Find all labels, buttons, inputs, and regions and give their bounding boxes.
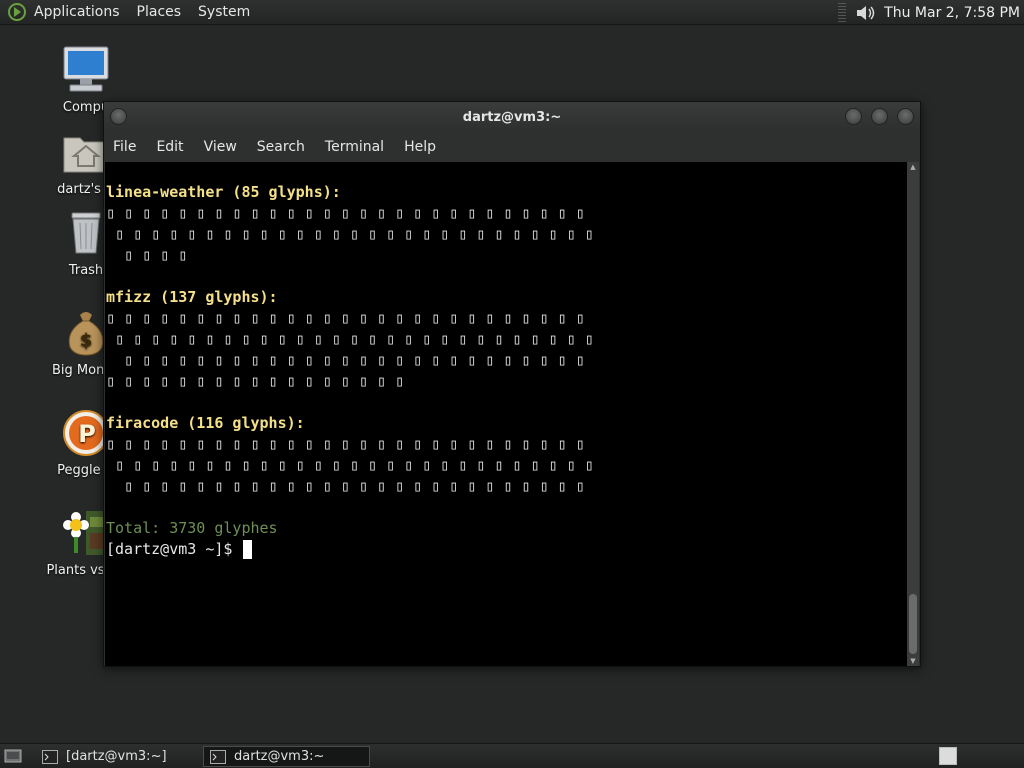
- volume-icon[interactable]: [854, 3, 878, 23]
- terminal-output[interactable]: linea-weather (85 glyphs): ▯ ▯ ▯ ▯ ▯ ▯ ▯…: [105, 162, 909, 666]
- glyph-row: ▯ ▯ ▯ ▯ ▯ ▯ ▯ ▯ ▯ ▯ ▯ ▯ ▯ ▯ ▯ ▯ ▯ ▯ ▯ ▯ …: [106, 351, 585, 369]
- menu-search[interactable]: Search: [257, 139, 305, 155]
- glyph-row: ▯ ▯ ▯ ▯ ▯ ▯ ▯ ▯ ▯ ▯ ▯ ▯ ▯ ▯ ▯ ▯ ▯ ▯ ▯ ▯ …: [106, 477, 585, 495]
- panel-handle: [838, 2, 847, 23]
- top-panel: Applications Places System Thu Mar 2, 7:…: [0, 0, 1024, 25]
- taskbar-item-terminal-2[interactable]: dartz@vm3:~: [203, 746, 370, 767]
- system-menu[interactable]: System: [198, 4, 250, 20]
- terminal-titlebar[interactable]: dartz@vm3:~: [104, 102, 920, 132]
- menu-help[interactable]: Help: [404, 139, 436, 155]
- clock[interactable]: Thu Mar 2, 7:58 PM: [884, 5, 1020, 21]
- taskbar-item-label: dartz@vm3:~: [234, 749, 325, 764]
- menu-edit[interactable]: Edit: [156, 139, 183, 155]
- glyph-row: ▯ ▯ ▯ ▯: [106, 246, 188, 264]
- desktop-icon-label: Trash: [68, 263, 104, 278]
- glyph-block: ▯ ▯ ▯ ▯ ▯ ▯ ▯ ▯ ▯ ▯ ▯ ▯ ▯ ▯ ▯ ▯ ▯ ▯ ▯ ▯ …: [106, 308, 909, 392]
- svg-text:$: $: [80, 330, 93, 351]
- section-title-mfizz: mfizz (137 glyphs):: [106, 288, 278, 306]
- section-title-firacode: firacode (116 glyphs):: [106, 414, 305, 432]
- glyph-row: ▯ ▯ ▯ ▯ ▯ ▯ ▯ ▯ ▯ ▯ ▯ ▯ ▯ ▯ ▯ ▯ ▯ ▯ ▯ ▯ …: [106, 435, 585, 453]
- bottom-panel: [dartz@vm3:~] dartz@vm3:~: [0, 743, 1024, 768]
- terminal-scrollbar[interactable]: ▲ ▼: [907, 162, 919, 666]
- glyph-row: ▯ ▯ ▯ ▯ ▯ ▯ ▯ ▯ ▯ ▯ ▯ ▯ ▯ ▯ ▯ ▯ ▯ ▯ ▯ ▯ …: [106, 330, 594, 348]
- menu-file[interactable]: File: [113, 139, 136, 155]
- terminal-icon: [210, 749, 226, 764]
- svg-text:P: P: [78, 420, 96, 448]
- terminal-icon: [42, 749, 58, 764]
- scroll-down-arrow-icon[interactable]: ▼: [907, 656, 919, 666]
- window-title: dartz@vm3:~: [462, 109, 562, 125]
- glyph-row: ▯ ▯ ▯ ▯ ▯ ▯ ▯ ▯ ▯ ▯ ▯ ▯ ▯ ▯ ▯ ▯ ▯ ▯ ▯ ▯ …: [106, 309, 585, 327]
- text-cursor: [243, 540, 253, 559]
- glyph-block: ▯ ▯ ▯ ▯ ▯ ▯ ▯ ▯ ▯ ▯ ▯ ▯ ▯ ▯ ▯ ▯ ▯ ▯ ▯ ▯ …: [106, 434, 909, 497]
- maximize-button[interactable]: [871, 108, 888, 125]
- prompt-text: [dartz@vm3 ~]$: [106, 540, 242, 558]
- terminal-window[interactable]: dartz@vm3:~ File Edit View Search Termin…: [103, 101, 921, 667]
- places-menu[interactable]: Places: [137, 4, 182, 20]
- menu-terminal[interactable]: Terminal: [325, 139, 384, 155]
- panel-tray: Thu Mar 2, 7:58 PM: [838, 0, 1024, 25]
- terminal-menubar: File Edit View Search Terminal Help: [104, 132, 920, 162]
- glyph-row: ▯ ▯ ▯ ▯ ▯ ▯ ▯ ▯ ▯ ▯ ▯ ▯ ▯ ▯ ▯ ▯ ▯ ▯ ▯ ▯ …: [106, 456, 594, 474]
- scroll-thumb[interactable]: [909, 594, 917, 654]
- close-button[interactable]: [897, 108, 914, 125]
- scroll-up-arrow-icon[interactable]: ▲: [907, 162, 919, 172]
- shell-prompt[interactable]: [dartz@vm3 ~]$: [106, 539, 909, 560]
- workspace-switcher[interactable]: [939, 747, 957, 765]
- glyph-row: ▯ ▯ ▯ ▯ ▯ ▯ ▯ ▯ ▯ ▯ ▯ ▯ ▯ ▯ ▯ ▯ ▯: [106, 372, 405, 390]
- computer-icon: [63, 46, 109, 92]
- menu-view[interactable]: View: [204, 139, 237, 155]
- minimize-button[interactable]: [845, 108, 862, 125]
- glyph-row: ▯ ▯ ▯ ▯ ▯ ▯ ▯ ▯ ▯ ▯ ▯ ▯ ▯ ▯ ▯ ▯ ▯ ▯ ▯ ▯ …: [106, 225, 594, 243]
- window-menu-button[interactable]: [110, 108, 127, 125]
- show-desktop-icon[interactable]: [4, 748, 22, 764]
- glyph-row: ▯ ▯ ▯ ▯ ▯ ▯ ▯ ▯ ▯ ▯ ▯ ▯ ▯ ▯ ▯ ▯ ▯ ▯ ▯ ▯ …: [106, 204, 585, 222]
- applications-menu[interactable]: Applications: [34, 4, 120, 20]
- taskbar-item-terminal-1[interactable]: [dartz@vm3:~]: [36, 746, 196, 767]
- taskbar-item-label: [dartz@vm3:~]: [66, 749, 167, 764]
- total-line: Total: 3730 glyphes: [106, 519, 278, 537]
- distro-logo-icon[interactable]: [6, 1, 28, 23]
- glyph-block: ▯ ▯ ▯ ▯ ▯ ▯ ▯ ▯ ▯ ▯ ▯ ▯ ▯ ▯ ▯ ▯ ▯ ▯ ▯ ▯ …: [106, 203, 909, 266]
- section-title-linea-weather: linea-weather (85 glyphs):: [106, 183, 341, 201]
